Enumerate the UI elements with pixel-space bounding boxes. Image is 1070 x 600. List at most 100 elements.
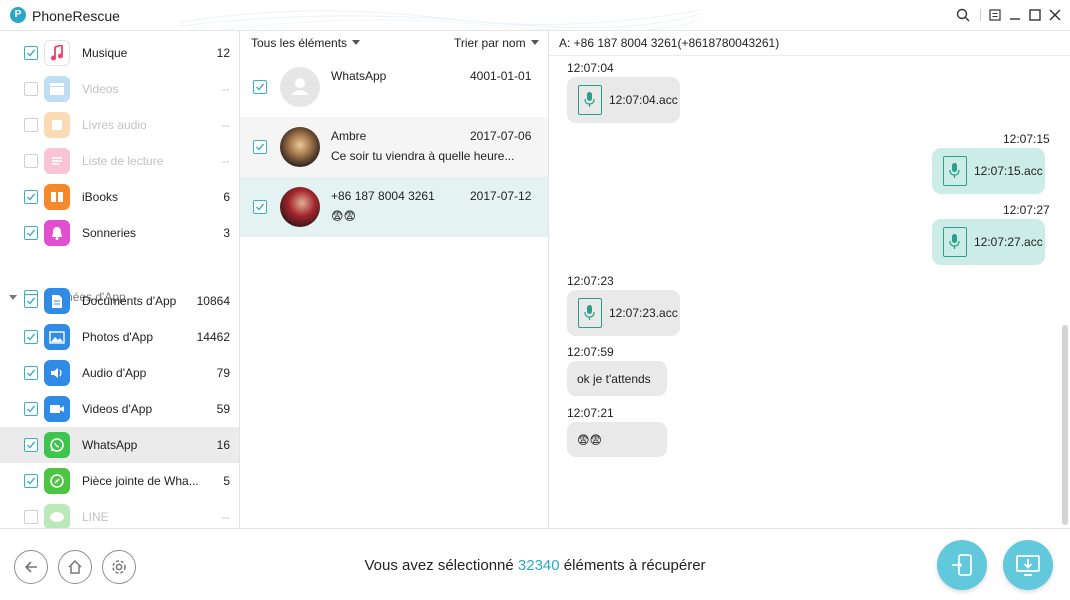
message-text: 😨😨 <box>577 432 603 447</box>
audio-file-name: 12:07:27.acc <box>974 235 1043 249</box>
sidebar-item-count: 10864 <box>196 294 230 308</box>
search-icon[interactable] <box>955 7 971 23</box>
checkbox[interactable] <box>253 140 267 154</box>
checkbox[interactable] <box>24 82 38 96</box>
checkbox[interactable] <box>253 200 267 214</box>
avatar <box>280 127 320 167</box>
message-bubble-sent[interactable]: 12:07:27.acc <box>932 219 1045 265</box>
sidebar-item-count: 6 <box>223 190 230 204</box>
decorative-wave <box>180 9 700 30</box>
avatar <box>280 187 320 227</box>
conversation-date: 2017-07-12 <box>470 189 532 203</box>
sidebar-item-label: Videos <box>82 82 119 96</box>
message-bubble-sent[interactable]: 12:07:15.acc <box>932 148 1045 194</box>
checkbox[interactable] <box>24 330 38 344</box>
to-device-icon <box>952 554 972 576</box>
sidebar-item-count: 79 <box>216 366 230 380</box>
filter-label: Tous les éléments <box>251 36 348 50</box>
sidebar-item-photos-app[interactable]: Photos d'App 14462 <box>0 319 239 355</box>
maximize-icon[interactable] <box>1027 7 1043 23</box>
sidebar-item-label: Musique <box>82 46 128 60</box>
chevron-down-icon <box>530 40 539 45</box>
checkbox[interactable] <box>24 226 38 240</box>
menu-icon[interactable] <box>987 7 1003 23</box>
message-bubble-received[interactable]: ok je t'attends <box>567 361 667 396</box>
conversation-date: 2017-07-06 <box>470 129 532 143</box>
conversation-date: 4001-01-01 <box>470 69 532 83</box>
speaker-icon <box>44 360 70 386</box>
whatsapp-icon <box>44 432 70 458</box>
audio-file-name: 12:07:04.acc <box>609 93 678 107</box>
message-text: ok je t'attends <box>577 371 651 386</box>
sidebar-item-audio-app[interactable]: Audio d'App 79 <box>0 355 239 391</box>
checkbox[interactable] <box>24 402 38 416</box>
playlist-icon <box>44 148 70 174</box>
sidebar-item-count: -- <box>222 82 230 96</box>
sidebar-item-documents-app[interactable]: Documents d'App 10864 <box>0 283 239 319</box>
ibooks-icon <box>44 184 70 210</box>
close-icon[interactable] <box>1047 7 1063 23</box>
sidebar-item-count: 3 <box>223 226 230 240</box>
sidebar-item-musique[interactable]: Musique 12 <box>0 35 239 71</box>
sidebar-item-whatsapp[interactable]: WhatsApp 16 <box>0 427 239 463</box>
sidebar-item-count: 59 <box>216 402 230 416</box>
minimize-icon[interactable] <box>1007 7 1023 23</box>
list-header: Tous les éléments Trier par nom <box>240 31 548 55</box>
title-bar: P PhoneRescue <box>0 0 1070 31</box>
conversation-name: WhatsApp <box>331 69 387 83</box>
checkbox[interactable] <box>24 474 38 488</box>
footer-bar: Vous avez sélectionné 32340 éléments à r… <box>0 528 1070 600</box>
conversation-item-selected[interactable]: +86 187 8004 3261 2017-07-12 😨😨 <box>240 177 548 237</box>
recover-to-computer-button[interactable] <box>1003 540 1053 590</box>
phonerescue-logo-icon: P <box>10 7 26 23</box>
sidebar-item-label: Videos d'App <box>82 402 153 416</box>
checkbox[interactable] <box>24 294 38 308</box>
checkbox[interactable] <box>24 438 38 452</box>
chat-scrollbar[interactable] <box>1062 325 1068 525</box>
chevron-down-icon <box>352 40 361 45</box>
sidebar-item-label: iBooks <box>82 190 119 204</box>
checkbox[interactable] <box>24 366 38 380</box>
sidebar-item-piece-jointe-whatsapp[interactable]: Pièce jointe de Wha... 5 <box>0 463 239 499</box>
sidebar-item-liste-de-lecture[interactable]: Liste de lecture -- <box>0 143 239 179</box>
filter-dropdown[interactable]: Tous les éléments <box>251 36 361 50</box>
category-sidebar: Musique 12 Videos -- Livres audio -- Lis… <box>0 31 240 528</box>
conversation-item[interactable]: WhatsApp 4001-01-01 <box>240 57 548 117</box>
checkbox[interactable] <box>24 510 38 524</box>
sidebar-item-videos[interactable]: Videos -- <box>0 71 239 107</box>
checkbox[interactable] <box>24 190 38 204</box>
conversation-item[interactable]: Ambre 2017-07-06 Ce soir tu viendra à qu… <box>240 117 548 177</box>
sidebar-item-label: Documents d'App <box>82 294 177 308</box>
audio-file-icon <box>943 227 967 257</box>
sidebar-item-count: 12 <box>216 46 230 60</box>
status-suffix: éléments à récupérer <box>563 557 706 574</box>
to-computer-icon <box>1016 555 1040 576</box>
sidebar-item-label: Photos d'App <box>82 330 154 344</box>
selection-status: Vous avez sélectionné 32340 éléments à r… <box>0 557 1070 574</box>
sidebar-item-livres-audio[interactable]: Livres audio -- <box>0 107 239 143</box>
sidebar-item-count: 14462 <box>196 330 230 344</box>
checkbox[interactable] <box>24 154 38 168</box>
video-camera-icon <box>44 396 70 422</box>
message-time: 12:07:59 <box>567 345 614 359</box>
message-bubble-received[interactable]: 12:07:23.acc <box>567 290 680 336</box>
conversation-name: Ambre <box>331 129 367 143</box>
sidebar-item-line[interactable]: LINE -- <box>0 499 239 528</box>
message-bubble-received[interactable]: 😨😨 <box>567 422 667 457</box>
document-icon <box>44 288 70 314</box>
sidebar-item-label: WhatsApp <box>82 438 138 452</box>
sort-dropdown[interactable]: Trier par nom <box>454 36 539 50</box>
recover-to-device-button[interactable] <box>937 540 987 590</box>
checkbox[interactable] <box>253 80 267 94</box>
audio-file-name: 12:07:15.acc <box>974 164 1043 178</box>
audiobook-icon <box>44 112 70 138</box>
checkbox[interactable] <box>24 118 38 132</box>
sidebar-item-videos-app[interactable]: Videos d'App 59 <box>0 391 239 427</box>
sidebar-item-sonneries[interactable]: Sonneries 3 <box>0 215 239 251</box>
conversation-name: +86 187 8004 3261 <box>331 189 435 203</box>
checkbox[interactable] <box>24 46 38 60</box>
sidebar-item-count: -- <box>222 510 230 524</box>
sidebar-item-ibooks[interactable]: iBooks 6 <box>0 179 239 215</box>
message-bubble-received[interactable]: 12:07:04.acc <box>567 77 680 123</box>
sidebar-item-label: Audio d'App <box>82 366 147 380</box>
